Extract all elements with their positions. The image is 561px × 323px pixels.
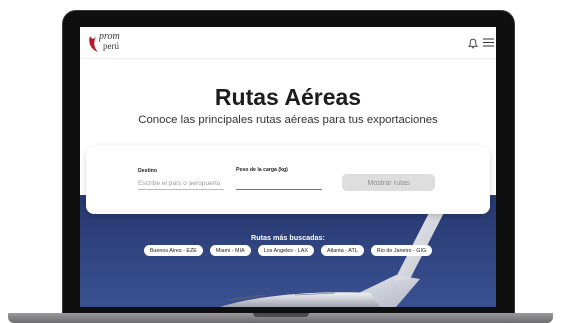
logo-line-2: perú [103, 41, 119, 51]
popular-routes-list: Buenos Aires - EZE Miami - MIA Los Angel… [80, 245, 496, 256]
top-nav: prom perú [80, 27, 496, 59]
route-chip[interactable]: Rio de Janeiro - GIG [370, 245, 433, 256]
logo-wordmark[interactable]: prom perú [99, 32, 120, 51]
route-chip[interactable]: Los Angeles - LAX [257, 245, 314, 256]
laptop-screen: prom perú Rutas Aéreas Conoce las princi… [80, 27, 496, 307]
cargo-weight-input[interactable] [236, 177, 322, 190]
cargo-weight-label: Peso de la carga (kg) [236, 167, 288, 173]
bell-icon[interactable] [468, 38, 478, 49]
page-subtitle: Conoce las principales rutas aéreas para… [138, 114, 438, 126]
route-chip[interactable]: Atlanta - ATL [320, 245, 364, 256]
route-chip[interactable]: Buenos Aires - EZE [143, 245, 203, 256]
destination-input[interactable] [138, 177, 224, 190]
route-chip[interactable]: Miami - MIA [209, 245, 251, 256]
destination-label: Destino [138, 168, 158, 174]
route-search-card: Destino Peso de la carga (kg) Mostrar ru… [86, 146, 490, 214]
show-routes-button[interactable]: Mostrar rutas [342, 174, 435, 191]
popular-routes-title: Rutas más buscadas: [251, 233, 325, 242]
laptop-opening-notch [253, 313, 309, 317]
page-title: Rutas Aéreas [214, 84, 362, 110]
hamburger-menu-icon[interactable] [483, 38, 494, 47]
